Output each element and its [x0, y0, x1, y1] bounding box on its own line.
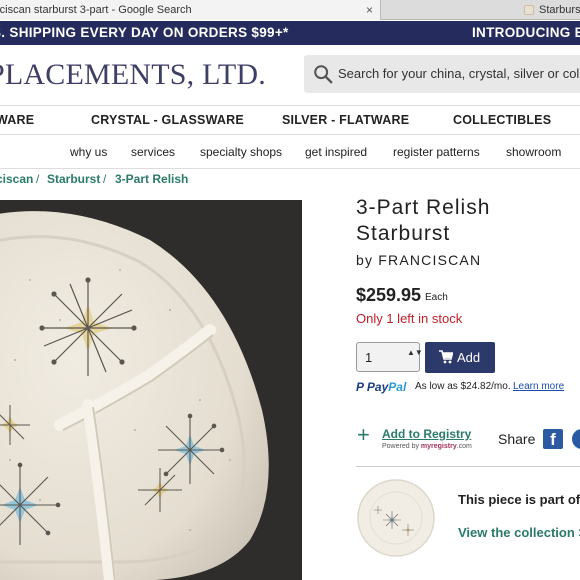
product-title-line2: Starburst: [356, 222, 451, 245]
site-logo[interactable]: PLACEMENTS, LTD.: [0, 58, 266, 92]
nav-register-patterns[interactable]: register patterns: [393, 145, 480, 159]
add-button-label: Add: [457, 350, 481, 365]
secondary-nav: why us services specialty shops get insp…: [0, 135, 580, 169]
relish-dish-illustration: [0, 200, 302, 580]
category-crystal-glassware[interactable]: CRYSTAL - GLASSWARE: [91, 113, 244, 127]
product-image[interactable]: [0, 200, 302, 580]
registry-powered-by: Powered by myregistry.com: [382, 443, 472, 450]
nav-specialty-shops[interactable]: specialty shops: [200, 145, 282, 159]
product-title: 3-Part Relish Starburst: [356, 195, 490, 247]
paypal-logo-pal: Pal: [388, 380, 407, 394]
close-icon[interactable]: ×: [366, 0, 373, 20]
browser-tab-bar: rciscan starburst 3-part - Google Search…: [0, 0, 580, 20]
paypal-learn-more-link[interactable]: Learn more: [513, 381, 564, 392]
browser-tab-google-search[interactable]: rciscan starburst 3-part - Google Search…: [0, 0, 380, 20]
add-registry-plus-icon[interactable]: +: [357, 424, 370, 446]
collection-plate-image[interactable]: [356, 478, 436, 558]
quantity-select[interactable]: 1 ▲▼: [356, 342, 423, 372]
add-to-cart-button[interactable]: Add: [425, 342, 495, 373]
add-to-registry-link[interactable]: Add to Registry: [382, 427, 471, 441]
myregistry-brand: myregistry: [420, 443, 457, 450]
quantity-value: 1: [365, 350, 373, 365]
product-price: $259.95: [356, 285, 422, 305]
nav-get-inspired[interactable]: get inspired: [305, 145, 367, 159]
collection-text: This piece is part of th: [458, 492, 580, 507]
stepper-arrows-icon[interactable]: ▲▼: [407, 348, 423, 357]
view-collection-link[interactable]: View the collection >: [458, 525, 580, 540]
cart-icon: [439, 350, 453, 364]
search-icon[interactable]: [312, 63, 334, 85]
myregistry-suffix: .com: [456, 443, 472, 450]
tab-title: rciscan starburst 3-part - Google Search: [0, 4, 192, 16]
site-header: PLACEMENTS, LTD. Search for your china, …: [0, 45, 580, 105]
promo-banner: S. SHIPPING EVERY DAY ON ORDERS $99+* IN…: [0, 21, 580, 45]
product-brand[interactable]: by FRANCISCAN: [356, 252, 481, 268]
paypal-p-icon: P: [356, 380, 364, 394]
category-nav: WARE CRYSTAL - GLASSWARE SILVER - FLATWA…: [0, 105, 580, 135]
search-input[interactable]: Search for your china, crystal, silver o…: [338, 66, 580, 81]
breadcrumb-starburst[interactable]: Starburst: [47, 172, 100, 186]
paypal-logo-pay: Pay: [366, 380, 389, 394]
search-bar[interactable]: Search for your china, crystal, silver o…: [304, 55, 580, 93]
stock-status: Only 1 left in stock: [356, 311, 463, 326]
paypal-financing-text: As low as $24.82/mo.: [415, 381, 511, 392]
share-label: Share: [498, 431, 536, 447]
nav-why-us[interactable]: why us: [70, 145, 107, 159]
share-more-icon[interactable]: [572, 429, 580, 449]
product-title-line1: 3-Part Relish: [356, 196, 491, 219]
shipping-promo-text[interactable]: S. SHIPPING EVERY DAY ON ORDERS $99+*: [0, 25, 289, 40]
browser-tab-starburst[interactable]: Starburst: [380, 0, 580, 20]
paypal-logo: P PayPal: [356, 380, 406, 394]
category-dinnerware[interactable]: WARE: [0, 113, 34, 127]
divider: [356, 466, 580, 467]
breadcrumb-franciscan[interactable]: ciscan: [0, 172, 33, 186]
introducing-promo-text[interactable]: INTRODUCING B: [472, 25, 580, 40]
powered-by-prefix: Powered by: [382, 443, 419, 450]
breadcrumb-separator: /: [103, 172, 107, 186]
breadcrumb-separator: /: [36, 172, 40, 186]
favicon-icon: [524, 5, 534, 15]
breadcrumb-current: 3-Part Relish: [115, 172, 189, 186]
nav-showroom[interactable]: showroom: [506, 145, 561, 159]
facebook-icon[interactable]: f: [543, 429, 563, 449]
category-silver-flatware[interactable]: SILVER - FLATWARE: [282, 113, 409, 127]
tab-title: Starburst: [539, 4, 580, 16]
category-collectibles[interactable]: COLLECTIBLES: [453, 113, 551, 127]
nav-services[interactable]: services: [131, 145, 175, 159]
price-unit: Each: [425, 292, 448, 303]
